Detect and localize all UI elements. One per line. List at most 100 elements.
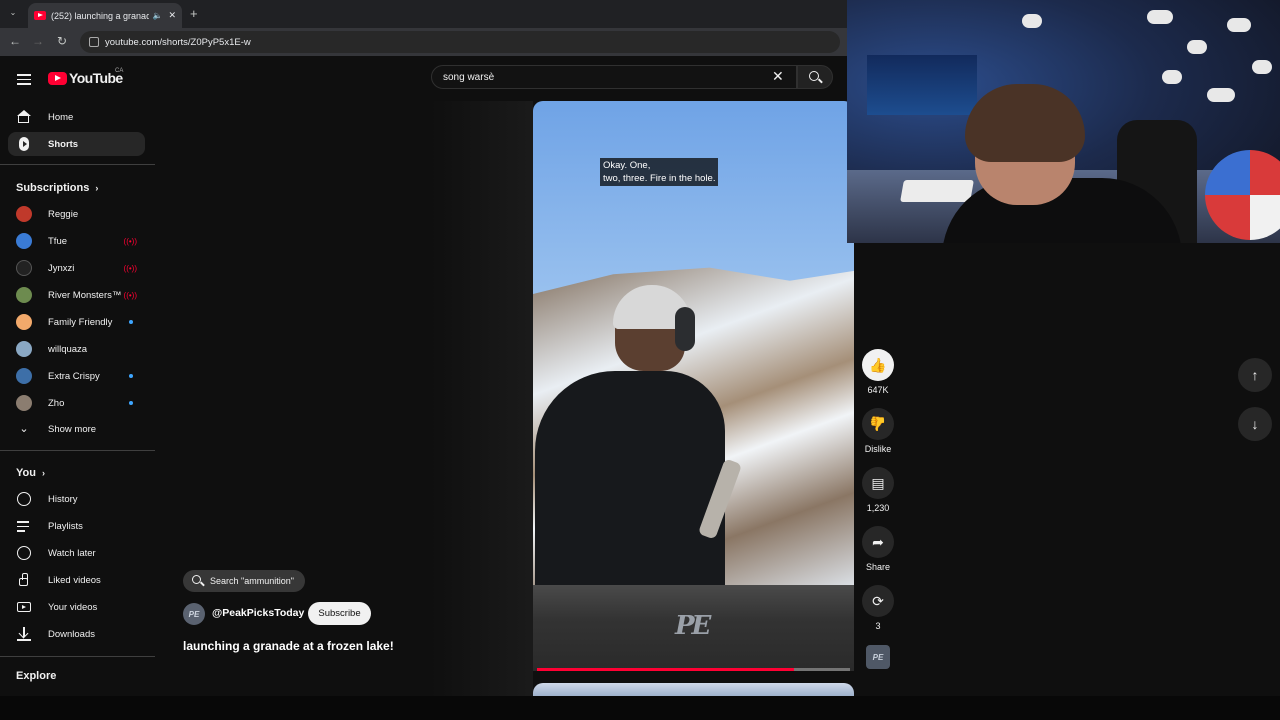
sidebar-item-downloads[interactable]: Downloads bbox=[8, 622, 145, 646]
sidebar-item-playlists[interactable]: Playlists bbox=[8, 514, 145, 538]
live-icon: ((•)) bbox=[123, 236, 137, 246]
like-button[interactable]: 👍 bbox=[862, 349, 894, 381]
remix-button[interactable]: ⟳ bbox=[862, 585, 894, 617]
comments-button[interactable]: ▤ bbox=[862, 467, 894, 499]
streamer-webcam-overlay bbox=[847, 0, 1280, 243]
previous-short-button[interactable]: ↑ bbox=[1238, 358, 1272, 392]
youtube-play-icon bbox=[48, 71, 67, 85]
sidebar-item-river-monsters[interactable]: River Monsters™ ((•)) bbox=[8, 283, 145, 307]
tab-title: (252) launching a granade at a frozen la… bbox=[51, 10, 150, 21]
thumbs-up-icon: 👍 bbox=[869, 357, 887, 373]
share-label: Share bbox=[865, 562, 891, 572]
sidebar-item-extra-crispy[interactable]: Extra Crispy bbox=[8, 364, 145, 388]
dislike-label: Dislike bbox=[864, 444, 892, 454]
sidebar-item-label: Reggie bbox=[48, 208, 79, 220]
sidebar-item-home[interactable]: Home bbox=[8, 105, 145, 129]
sidebar-item-tfue[interactable]: Tfue ((•)) bbox=[8, 229, 145, 253]
sidebar-item-family-friendly[interactable]: Family Friendly bbox=[8, 310, 145, 334]
reload-button[interactable]: ↻ bbox=[54, 34, 70, 48]
search-input[interactable]: song warsè bbox=[431, 65, 797, 89]
browser-tab[interactable]: (252) launching a granade at a frozen la… bbox=[28, 3, 182, 28]
bottom-letterbox bbox=[0, 696, 1280, 720]
home-icon bbox=[17, 110, 31, 124]
sidebar-item-shorts[interactable]: Shorts bbox=[8, 132, 145, 156]
arrow-down-icon: ↓ bbox=[1251, 416, 1259, 432]
youtube-logo[interactable]: YouTube CA bbox=[48, 68, 123, 86]
sidebar-item-reggie[interactable]: Reggie bbox=[8, 202, 145, 226]
video-title[interactable]: launching a granade at a frozen lake! bbox=[183, 639, 394, 653]
channel-avatar[interactable]: PE bbox=[183, 603, 205, 625]
subscriptions-header[interactable]: Subscriptions › bbox=[16, 182, 98, 194]
channel-watermark: PE bbox=[675, 611, 711, 641]
url-field[interactable]: youtube.com/shorts/Z0PyP5x1E-w bbox=[80, 31, 840, 53]
sidebar-item-label: History bbox=[48, 493, 78, 505]
remix-icon: ⟳ bbox=[872, 593, 884, 609]
sidebar-item-label: Zho bbox=[48, 397, 65, 409]
avatar bbox=[16, 395, 32, 411]
forward-button[interactable]: → bbox=[30, 34, 46, 48]
sidebar-item-label: Jynxzi bbox=[48, 262, 75, 274]
arrow-up-icon: ↑ bbox=[1251, 367, 1259, 383]
tab-close-icon[interactable]: ✕ bbox=[168, 10, 176, 21]
live-icon: ((•)) bbox=[123, 290, 137, 300]
show-more-button[interactable]: ⌄ Show more bbox=[8, 417, 145, 441]
search-button[interactable] bbox=[797, 65, 833, 89]
chevron-right-icon: › bbox=[41, 468, 45, 478]
dislike-button[interactable]: 👍 bbox=[862, 408, 894, 440]
downloads-icon bbox=[17, 627, 31, 641]
comment-icon: ▤ bbox=[871, 475, 885, 491]
avatar bbox=[16, 368, 32, 384]
video-progress-bar[interactable] bbox=[537, 668, 850, 671]
avatar bbox=[16, 233, 32, 249]
sidebar-item-label: Your videos bbox=[48, 601, 98, 613]
chevron-down-icon: ⌄ bbox=[19, 423, 29, 435]
subscriptions-header-label: Subscriptions bbox=[16, 182, 90, 194]
webcam-cloud-decor bbox=[1022, 14, 1042, 28]
menu-icon[interactable] bbox=[17, 71, 31, 88]
webcam-window bbox=[867, 55, 977, 115]
next-short-preview[interactable] bbox=[533, 683, 854, 696]
sidebar-item-label: willquaza bbox=[48, 343, 88, 355]
channel-name[interactable]: @PeakPicksToday bbox=[212, 607, 304, 619]
avatar bbox=[16, 314, 32, 330]
history-icon bbox=[17, 492, 31, 506]
sound-channel-thumbnail[interactable]: PE bbox=[866, 645, 890, 669]
back-button[interactable]: ← bbox=[7, 34, 23, 48]
sidebar-divider bbox=[0, 656, 155, 657]
new-tab-button[interactable]: + bbox=[190, 6, 198, 21]
liked-videos-icon bbox=[17, 573, 31, 587]
sidebar-item-willquaza[interactable]: willquaza bbox=[8, 337, 145, 361]
you-header[interactable]: You › bbox=[16, 467, 45, 479]
audio-icon[interactable]: 🔈 bbox=[152, 11, 162, 20]
subscribe-button[interactable]: Subscribe bbox=[308, 602, 371, 625]
short-video-player[interactable] bbox=[533, 101, 854, 671]
sidebar-item-watch-later[interactable]: Watch later bbox=[8, 541, 145, 565]
sidebar-item-label: River Monsters™ bbox=[48, 289, 122, 301]
sidebar-item-your-videos[interactable]: Your videos bbox=[8, 595, 145, 619]
caption-line: two, three. Fire in the hole. bbox=[603, 173, 716, 184]
browser-tab-bar: ⌄ (252) launching a granade at a frozen … bbox=[0, 0, 848, 28]
webcam-cloud-decor bbox=[1162, 70, 1182, 84]
sidebar-item-history[interactable]: History bbox=[8, 487, 145, 511]
your-videos-icon bbox=[17, 600, 31, 614]
sidebar-divider bbox=[0, 164, 155, 165]
sidebar-item-label: Playlists bbox=[48, 520, 83, 532]
live-icon: ((•)) bbox=[123, 263, 137, 273]
webcam-cloud-decor bbox=[1207, 88, 1235, 102]
clear-search-icon[interactable]: ✕ bbox=[772, 69, 784, 83]
webcam-cloud-decor bbox=[1147, 10, 1173, 24]
search-suggestion-chip[interactable]: Search "ammunition" bbox=[183, 570, 305, 592]
site-info-icon[interactable] bbox=[89, 37, 99, 47]
webcam-keyboard bbox=[900, 180, 974, 202]
tab-search-icon[interactable]: ⌄ bbox=[6, 8, 20, 20]
show-more-label: Show more bbox=[48, 423, 97, 435]
sidebar-item-jynxzi[interactable]: Jynxzi ((•)) bbox=[8, 256, 145, 280]
next-short-button[interactable]: ↓ bbox=[1238, 407, 1272, 441]
sidebar-item-label: Home bbox=[48, 111, 74, 123]
avatar bbox=[16, 206, 32, 222]
sidebar-item-liked-videos[interactable]: Liked videos bbox=[8, 568, 145, 592]
sidebar-item-zho[interactable]: Zho bbox=[8, 391, 145, 415]
share-button[interactable]: ➦ bbox=[862, 526, 894, 558]
chevron-right-icon: › bbox=[95, 183, 99, 193]
explore-header: Explore bbox=[16, 670, 57, 682]
